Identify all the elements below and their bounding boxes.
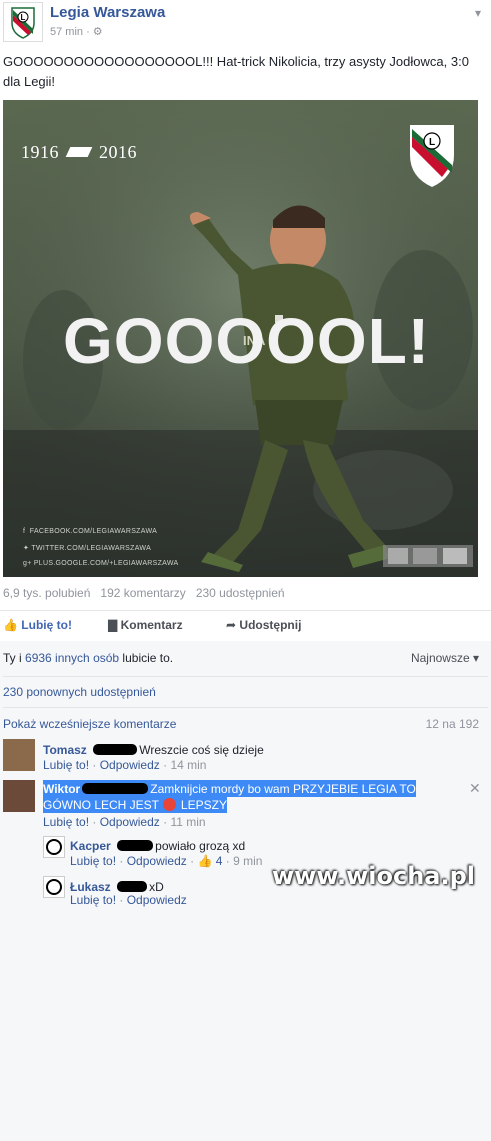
globe-icon: ⚙ (92, 26, 103, 38)
avatar[interactable] (3, 739, 35, 771)
likes-suffix: lubicie to. (119, 651, 174, 665)
chevron-down-icon[interactable]: ▾ (475, 6, 481, 20)
comment-text-line1: Zamknijcie mordy bo wam PRZYJEBIE LEGIA … (150, 782, 416, 796)
comment-author[interactable]: Wiktor (43, 782, 80, 796)
likes-summary: Ty i 6936 innych osób lubicie to. (3, 651, 173, 665)
comment-reply-link[interactable]: Odpowiedz (100, 758, 160, 772)
twitter-url: TWITTER.COM/LEGIAWARSZAWA (31, 545, 152, 552)
comment-button[interactable]: ▇ Komentarz (108, 618, 183, 632)
page-name-link[interactable]: Legia Warszawa (50, 4, 165, 21)
close-icon[interactable]: ✕ (469, 780, 481, 797)
likes-others-link[interactable]: 6936 innych osób (25, 651, 119, 665)
facebook-icon: f (23, 528, 30, 535)
comment-like-link[interactable]: Lubię to! (43, 815, 89, 829)
year-end: 2016 (99, 142, 137, 162)
comment-time[interactable]: 11 min (170, 815, 205, 829)
year-separator (65, 147, 93, 157)
like-button[interactable]: 👍 Lubię to! (3, 618, 72, 632)
google-plus-icon: g+ (23, 560, 34, 567)
years-label: 1916 2016 (21, 142, 137, 163)
year-start: 1916 (21, 142, 59, 162)
google-plus-link-text: g+ PLUS.GOOGLE.COM/+LEGIAWARSZAWA (23, 560, 179, 567)
comment-body: Wiktor Zamknijcie mordy bo wam PRZYJEBIE … (43, 780, 467, 813)
avatar[interactable] (3, 780, 35, 812)
post-timestamp[interactable]: 57 min · ⚙ (50, 25, 103, 38)
goal-headline: GOOOOOL! (63, 305, 431, 377)
sort-label: Najnowsze (410, 651, 470, 665)
like-button-label: Lubię to! (21, 618, 72, 632)
comments-count-indicator: 12 na 192 (425, 717, 479, 731)
post-header: L Legia Warszawa 57 min · ⚙ ▾ (0, 0, 491, 50)
sort-caret-icon: ▾ (469, 651, 479, 665)
comment-text-line2: GÓWNO LECH JEST (43, 798, 160, 812)
svg-text:L: L (21, 13, 26, 22)
google-plus-url: PLUS.GOOGLE.COM/+LEGIAWARSZAWA (33, 560, 179, 567)
share-icon: ➦ (226, 618, 237, 632)
avatar[interactable] (43, 876, 65, 898)
redacted-name (117, 840, 154, 851)
comment-author[interactable]: Kacper (70, 839, 111, 853)
avatar[interactable] (43, 836, 65, 858)
legia-crest-icon[interactable]: L (3, 2, 43, 42)
post-text: GOOOOOOOOOOOOOOOOOOL!!! Hat-trick Nikoli… (3, 54, 469, 89)
share-button-label: Udostępnij (239, 618, 302, 632)
comment-text-line2-end: LEPSZY (180, 798, 227, 812)
comment-time[interactable]: · 9 min (226, 854, 263, 868)
comment-text: xD (149, 880, 164, 894)
comment-time[interactable]: 14 min (170, 758, 206, 772)
show-previous-comments[interactable]: Pokaż wcześniejsze komentarze (3, 717, 176, 731)
redacted-name (82, 783, 149, 794)
reply-body: Kacper powiało grozą xd (70, 837, 245, 855)
facebook-url: FACEBOOK.COM/LEGIAWARSZAWA (29, 528, 158, 535)
comment-button-label: Komentarz (120, 618, 183, 632)
likes-prefix: Ty i (3, 651, 26, 665)
post-stats: 6,9 tys. polubień 192 komentarzy 230 udo… (3, 586, 285, 600)
comment-reply-link[interactable]: Odpowiedz (127, 893, 187, 907)
divider (3, 676, 488, 677)
comments-count[interactable]: 192 komentarzy (100, 586, 185, 600)
comment-text: powiało grozą xd (155, 839, 246, 853)
post-actions: 👍 Lubię to! ▇ Komentarz ➦ Udostępnij (0, 612, 491, 640)
comment-like-link[interactable]: Lubię to! (43, 758, 89, 772)
shares-count[interactable]: 230 udostępnień (196, 586, 285, 600)
angry-emoji-icon (163, 798, 177, 811)
post-time-text[interactable]: 57 min · (50, 26, 93, 38)
comment-meta: Lubię to! · Odpowiedz (70, 893, 187, 907)
comment-like-link[interactable]: Lubię to! (70, 893, 116, 907)
thumbs-up-icon: 👍 (3, 618, 18, 632)
redacted-name (117, 881, 148, 892)
comment-author[interactable]: Tomasz (43, 743, 87, 757)
facebook-link-text: f FACEBOOK.COM/LEGIAWARSZAWA (23, 528, 157, 535)
divider (0, 610, 491, 611)
comment-reply-link[interactable]: Odpowiedz (127, 854, 187, 868)
comment-body: Tomasz Wreszcie coś się dzieje (43, 741, 264, 759)
watermark: www.wiocha.pl (271, 862, 475, 890)
comment-author[interactable]: Łukasz (70, 880, 111, 894)
sort-dropdown[interactable]: Najnowsze ▾ (411, 651, 479, 665)
comment-meta: Lubię to! · Odpowiedz · 👍 4 · 9 min (70, 854, 263, 868)
comment-like-count[interactable]: 4 (216, 854, 223, 868)
twitter-link-text: ✦ TWITTER.COM/LEGIAWARSZAWA (23, 544, 151, 552)
thumbs-up-icon: 👍 (197, 854, 213, 868)
comment-text: Wreszcie coś się dzieje (139, 743, 264, 757)
comment-like-link[interactable]: Lubię to! (70, 854, 116, 868)
likes-count[interactable]: 6,9 tys. polubień (3, 586, 90, 600)
comment-icon: ▇ (108, 618, 118, 632)
comment-reply-link[interactable]: Odpowiedz (100, 815, 160, 829)
svg-text:L: L (429, 137, 435, 148)
reshares-link[interactable]: 230 ponownych udostępnień (3, 685, 156, 699)
divider (3, 707, 488, 708)
share-button[interactable]: ➦ Udostępnij (226, 618, 301, 632)
comment-meta: Lubię to! · Odpowiedz · 14 min (43, 758, 207, 772)
redacted-name (93, 744, 138, 755)
post-photo[interactable]: INA L 1916 2016 GOOOOOL! f FACEBOOK.COM/… (3, 100, 478, 577)
comment-meta: Lubię to! · Odpowiedz · 11 min (43, 815, 206, 829)
